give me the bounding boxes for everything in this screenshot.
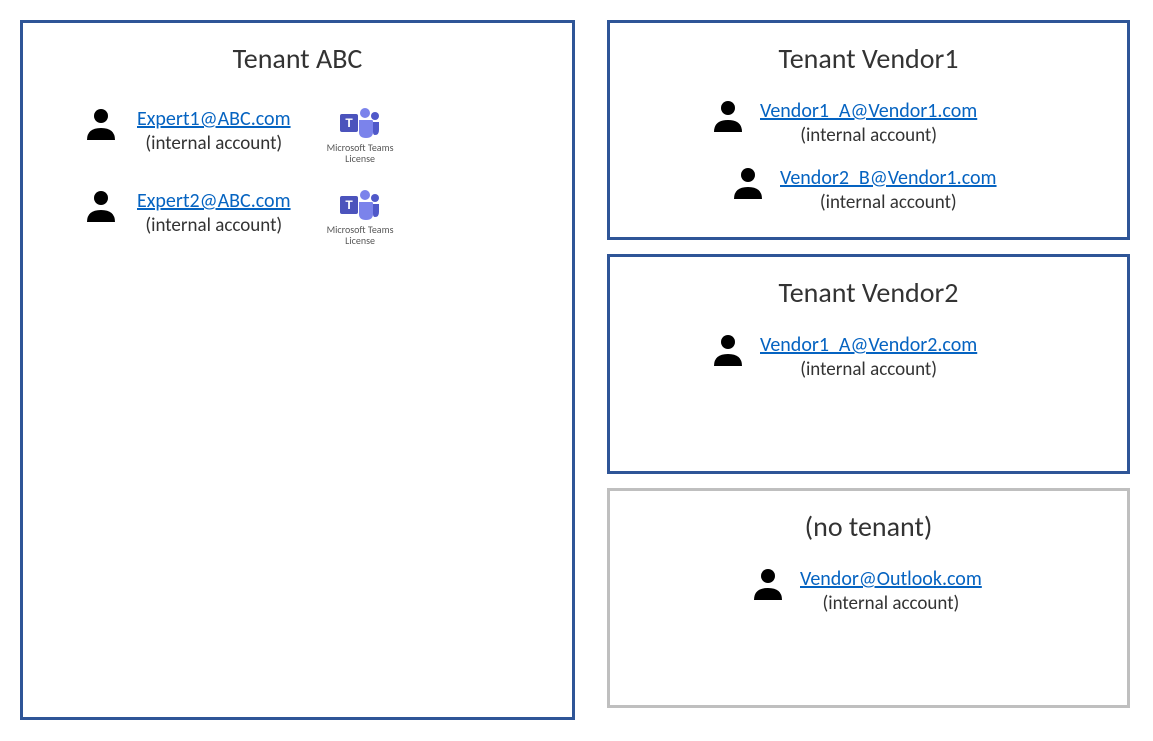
member-email-link[interactable]: Vendor2_B@Vendor1.com bbox=[780, 165, 997, 191]
member-note: (internal account) bbox=[145, 214, 282, 239]
member-text: Vendor1_A@Vendor1.com (internal account) bbox=[760, 98, 977, 149]
tenant-abc-box: Tenant ABC Expert1@ABC.com (internal acc… bbox=[20, 20, 575, 720]
member-email-link[interactable]: Expert1@ABC.com bbox=[137, 106, 291, 132]
tenant-title: Tenant ABC bbox=[53, 41, 542, 76]
member-email-link[interactable]: Vendor1_A@Vendor2.com bbox=[760, 332, 977, 358]
member-text: Vendor@Outlook.com (internal account) bbox=[800, 566, 982, 617]
teams-license-badge: Microsoft TeamsLicense bbox=[327, 188, 394, 246]
vendor-tenants-column: Tenant Vendor1 Vendor1_A@Vendor1.com (in… bbox=[607, 20, 1130, 721]
teams-license-label: Microsoft TeamsLicense bbox=[327, 142, 394, 164]
member-text: Expert1@ABC.com (internal account) bbox=[137, 106, 291, 157]
person-icon bbox=[710, 98, 746, 134]
tenant-abc-column: Tenant ABC Expert1@ABC.com (internal acc… bbox=[20, 20, 575, 721]
member-row: Vendor1_A@Vendor2.com (internal account) bbox=[710, 332, 1097, 383]
member-note: (internal account) bbox=[822, 592, 959, 617]
teams-icon bbox=[340, 188, 380, 222]
person-icon bbox=[83, 188, 119, 224]
member-email-link[interactable]: Vendor@Outlook.com bbox=[800, 566, 982, 592]
teams-license-badge: Microsoft TeamsLicense bbox=[327, 106, 394, 164]
member-text: Expert2@ABC.com (internal account) bbox=[137, 188, 291, 239]
member-note: (internal account) bbox=[145, 132, 282, 157]
member-text: Vendor2_B@Vendor1.com (internal account) bbox=[780, 165, 997, 216]
person-icon bbox=[83, 106, 119, 142]
member-email-link[interactable]: Expert2@ABC.com bbox=[137, 188, 291, 214]
teams-icon bbox=[340, 106, 380, 140]
tenant-title: Tenant Vendor1 bbox=[640, 41, 1097, 76]
member-row: Vendor2_B@Vendor1.com (internal account) bbox=[730, 165, 1097, 216]
member-row: Vendor1_A@Vendor1.com (internal account) bbox=[710, 98, 1097, 149]
member-note: (internal account) bbox=[800, 124, 937, 149]
member-note: (internal account) bbox=[820, 191, 957, 216]
tenant-title: (no tenant) bbox=[640, 509, 1097, 544]
member-text: Vendor1_A@Vendor2.com (internal account) bbox=[760, 332, 977, 383]
member-email-link[interactable]: Vendor1_A@Vendor1.com bbox=[760, 98, 977, 124]
person-icon bbox=[750, 566, 786, 602]
no-tenant-box: (no tenant) Vendor@Outlook.com (internal… bbox=[607, 488, 1130, 708]
teams-license-label: Microsoft TeamsLicense bbox=[327, 224, 394, 246]
member-row: Expert1@ABC.com (internal account) Micro… bbox=[83, 106, 542, 164]
person-icon bbox=[710, 332, 746, 368]
member-note: (internal account) bbox=[800, 358, 937, 383]
tenant-vendor1-box: Tenant Vendor1 Vendor1_A@Vendor1.com (in… bbox=[607, 20, 1130, 240]
member-row: Vendor@Outlook.com (internal account) bbox=[750, 566, 1097, 617]
person-icon bbox=[730, 165, 766, 201]
tenant-vendor2-box: Tenant Vendor2 Vendor1_A@Vendor2.com (in… bbox=[607, 254, 1130, 474]
tenant-title: Tenant Vendor2 bbox=[640, 275, 1097, 310]
member-row: Expert2@ABC.com (internal account) Micro… bbox=[83, 188, 542, 246]
